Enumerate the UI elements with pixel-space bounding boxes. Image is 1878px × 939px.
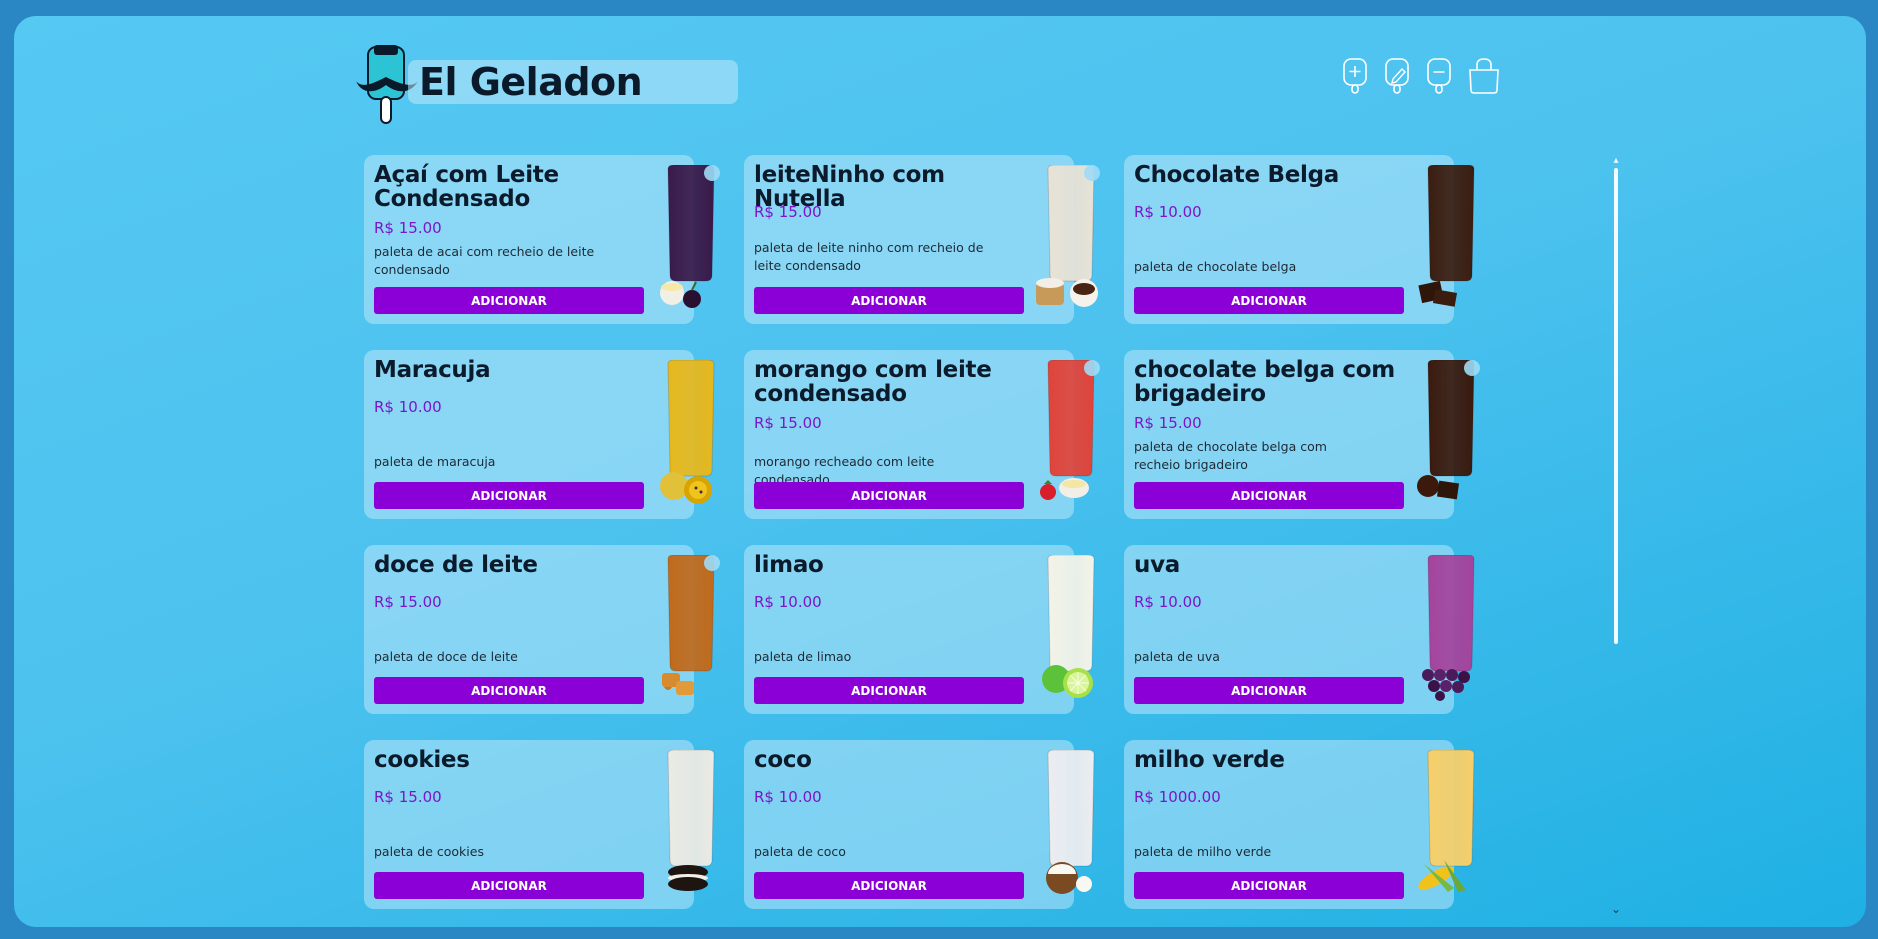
scrollbar-thumb[interactable]	[1614, 168, 1618, 644]
product-description: paleta de uva	[1134, 649, 1220, 664]
product-name: chocolate belga com brigadeiro	[1134, 357, 1395, 407]
popsicle-image	[1042, 555, 1095, 698]
add-to-cart-button[interactable]: ADICIONAR	[754, 872, 1024, 899]
add-to-cart-button[interactable]: ADICIONAR	[1134, 872, 1404, 899]
product-price: R$ 15.00	[374, 788, 442, 806]
product-description: paleta de doce de leite	[374, 649, 518, 664]
popsicle-image	[660, 165, 720, 308]
product-name: milho verde	[1134, 747, 1285, 773]
product-description: paleta de leite ninho com recheio de lei…	[754, 240, 984, 273]
product-name: Açaí com Leite Condensado	[374, 162, 559, 212]
product-price: R$ 15.00	[754, 203, 822, 221]
product-description: paleta de coco	[754, 844, 846, 859]
product-price: R$ 15.00	[1134, 414, 1202, 432]
product-price: R$ 10.00	[754, 593, 822, 611]
app-window: El Geladon Açaí com Leite Condensado R$ …	[14, 16, 1866, 927]
product-price: R$ 10.00	[754, 788, 822, 806]
popsicle-image	[1417, 360, 1480, 500]
add-to-cart-button[interactable]: ADICIONAR	[754, 677, 1024, 704]
product-name: cookies	[374, 747, 470, 773]
product-price: R$ 10.00	[374, 398, 442, 416]
scroll-up-arrow-icon[interactable]: ▴	[1611, 156, 1621, 166]
product-card: coco R$ 10.00 paleta de coco ADICIONAR	[744, 740, 1095, 909]
popsicle-image	[1046, 750, 1095, 894]
product-card: morango com leite condensado R$ 15.00 mo…	[744, 350, 1100, 519]
popsicle-image	[1036, 165, 1100, 307]
product-price: R$ 15.00	[374, 593, 442, 611]
cart-button[interactable]	[1466, 56, 1502, 96]
product-price: R$ 1000.00	[1134, 788, 1221, 806]
brand-title: El Geladon	[419, 60, 643, 104]
product-grid: Açaí com Leite Condensado R$ 15.00 palet…	[364, 155, 1480, 909]
add-to-cart-button[interactable]: ADICIONAR	[754, 287, 1024, 314]
product-description: paleta de maracuja	[374, 454, 496, 469]
product-card: Açaí com Leite Condensado R$ 15.00 palet…	[364, 155, 720, 324]
scroll-down-arrow-icon[interactable]: ⌄	[1611, 903, 1621, 915]
add-to-cart-button[interactable]: ADICIONAR	[374, 482, 644, 509]
popsicle-minus-icon	[1427, 58, 1451, 94]
product-description: paleta de milho verde	[1134, 844, 1272, 859]
product-price: R$ 15.00	[754, 414, 822, 432]
popsicle-image	[660, 360, 715, 504]
product-price: R$ 10.00	[1134, 593, 1202, 611]
product-description: paleta de chocolate belga com recheio br…	[1134, 439, 1327, 472]
product-card: Maracuja R$ 10.00 paleta de maracuja ADI…	[364, 350, 715, 519]
add-to-cart-button[interactable]: ADICIONAR	[754, 482, 1024, 509]
header-nav	[1340, 56, 1502, 96]
product-card: milho verde R$ 1000.00 paleta de milho v…	[1124, 740, 1475, 909]
popsicle-image	[1418, 750, 1475, 892]
popsicle-image	[662, 555, 720, 695]
product-price: R$ 10.00	[1134, 203, 1202, 221]
scrollbar[interactable]: ▴ ⌄	[1611, 156, 1621, 916]
product-description: paleta de chocolate belga	[1134, 259, 1297, 274]
add-to-cart-button[interactable]: ADICIONAR	[374, 872, 644, 899]
product-card: Chocolate Belga R$ 10.00 paleta de choco…	[1124, 155, 1475, 324]
product-card: limao R$ 10.00 paleta de limao ADICIONAR	[744, 545, 1095, 714]
product-description: paleta de acai com recheio de leite cond…	[374, 244, 595, 277]
product-card: doce de leite R$ 15.00 paleta de doce de…	[364, 545, 720, 714]
popsicle-image	[1418, 165, 1475, 307]
product-name: coco	[754, 747, 812, 773]
product-card: leiteNinho com Nutella R$ 15.00 paleta d…	[744, 155, 1100, 324]
popsicle-plus-icon	[1343, 58, 1367, 94]
add-to-cart-button[interactable]: ADICIONAR	[1134, 287, 1404, 314]
edit-product-button[interactable]	[1382, 56, 1412, 96]
popsicle-image	[1422, 555, 1475, 701]
shopping-bag-icon	[1469, 58, 1499, 94]
product-name: Chocolate Belga	[1134, 162, 1339, 188]
add-product-button[interactable]	[1340, 56, 1370, 96]
product-card: chocolate belga com brigadeiro R$ 15.00 …	[1124, 350, 1480, 519]
product-description: paleta de limao	[754, 649, 852, 664]
add-to-cart-button[interactable]: ADICIONAR	[1134, 482, 1404, 509]
product-description: paleta de cookies	[374, 844, 484, 859]
popsicle-image	[667, 750, 715, 891]
remove-product-button[interactable]	[1424, 56, 1454, 96]
product-name: uva	[1134, 552, 1180, 578]
product-name: morango com leite condensado	[754, 357, 992, 407]
product-card: cookies R$ 15.00 paleta de cookies ADICI…	[364, 740, 715, 909]
product-name: Maracuja	[374, 357, 491, 383]
popsicle-image	[1040, 360, 1100, 500]
add-to-cart-button[interactable]: ADICIONAR	[1134, 677, 1404, 704]
product-price: R$ 15.00	[374, 219, 442, 237]
product-name: doce de leite	[374, 552, 538, 578]
popsicle-edit-icon	[1385, 58, 1409, 94]
add-to-cart-button[interactable]: ADICIONAR	[374, 287, 644, 314]
add-to-cart-button[interactable]: ADICIONAR	[374, 677, 644, 704]
product-card: uva R$ 10.00 paleta de uva ADICIONAR	[1124, 545, 1475, 714]
product-name: limao	[754, 552, 824, 578]
